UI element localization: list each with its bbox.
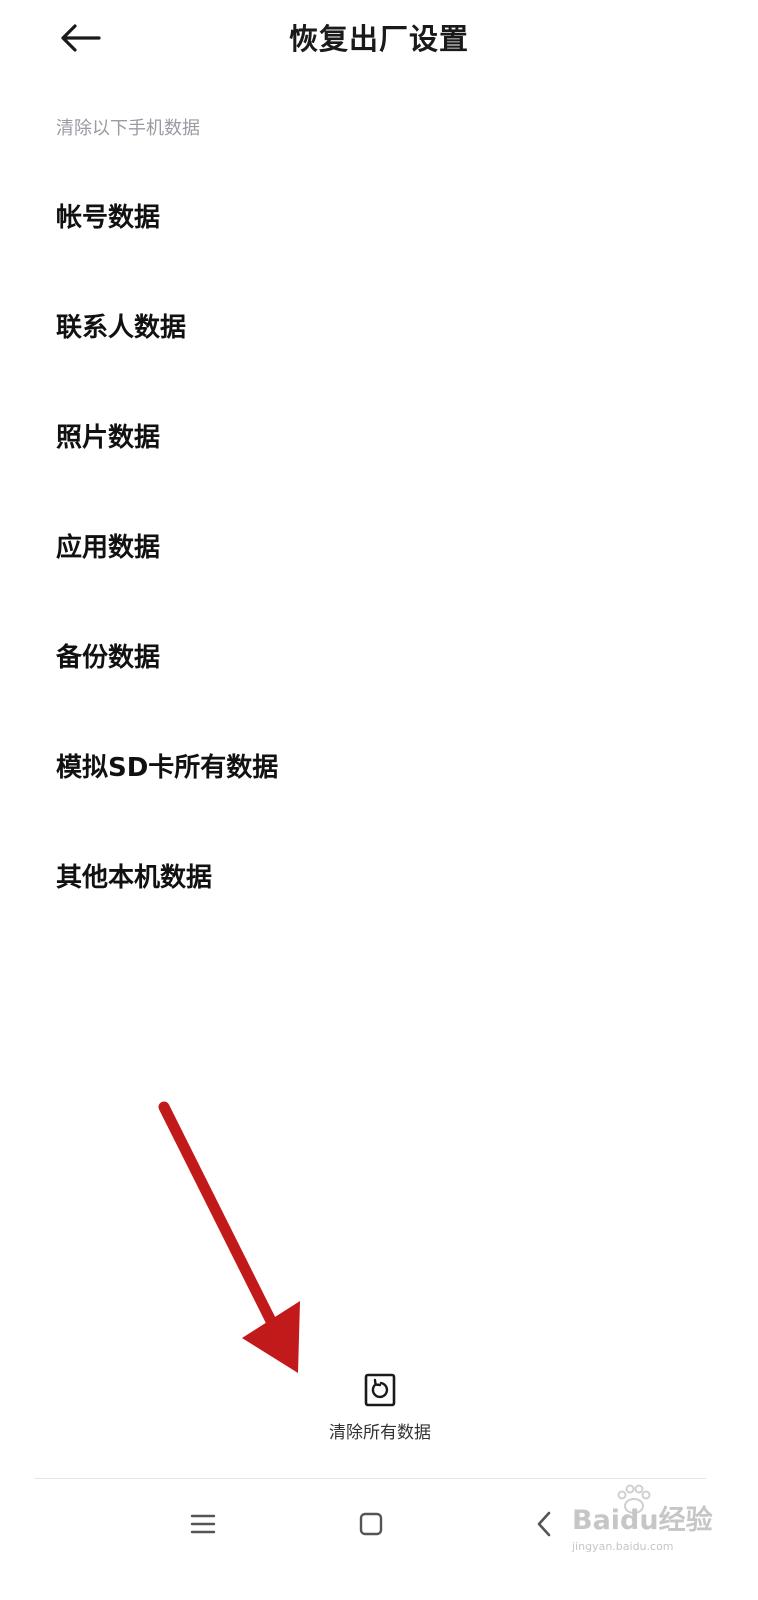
list-item: 帐号数据: [56, 202, 161, 233]
home-icon: [359, 1512, 383, 1536]
back-chevron-icon: [537, 1511, 551, 1537]
red-arrow-annotation: [158, 1101, 300, 1373]
list-item: 应用数据: [56, 532, 161, 563]
section-caption: 清除以下手机数据: [56, 118, 200, 139]
list-item: 联系人数据: [56, 312, 187, 343]
baidu-watermark: Baidu经验 jingyan.baidu.com: [566, 1484, 716, 1564]
watermark-url: jingyan.baidu.com: [572, 1540, 674, 1553]
header-bar: 恢复出厂设置: [0, 0, 758, 80]
clear-all-label: 清除所有数据: [329, 1423, 431, 1443]
list-item: 照片数据: [56, 422, 161, 453]
menu-icon: [190, 1514, 216, 1534]
page-title: 恢复出厂设置: [288, 22, 469, 56]
home-button[interactable]: [341, 1502, 401, 1546]
divider: [34, 1478, 706, 1479]
list-item: 备份数据: [56, 642, 161, 673]
list-item: 模拟SD卡所有数据: [56, 752, 279, 783]
clear-all-data-button[interactable]: 清除所有数据: [290, 1372, 470, 1452]
nav-back-button[interactable]: [514, 1502, 574, 1546]
list-item: 其他本机数据: [56, 862, 213, 893]
data-list: 帐号数据 联系人数据 照片数据 应用数据 备份数据 模拟SD卡所有数据 其他本机…: [0, 160, 758, 930]
reset-icon: [363, 1372, 397, 1408]
watermark-text: Baidu经验: [572, 1505, 713, 1536]
recent-apps-button[interactable]: [173, 1502, 233, 1546]
